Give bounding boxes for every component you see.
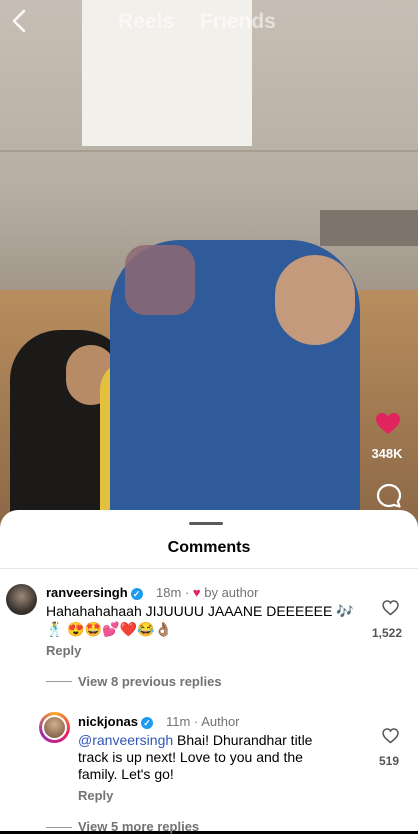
raised-hand [125,245,195,315]
like-count: 348K [371,446,403,461]
comment-meta: 11m · Author [166,714,240,729]
view-previous-replies[interactable]: View 8 previous replies [78,674,222,689]
heart-icon: ♥ [192,585,201,600]
like-outline-icon[interactable] [382,728,399,744]
meta-separator: · [193,714,199,729]
username-text[interactable]: nickjonas [78,714,138,729]
comment-username[interactable]: nickjonas ✓ [78,714,153,729]
replies-divider [46,681,72,682]
author-tag: Author [201,714,240,729]
comment-icon[interactable] [376,483,402,509]
ceiling-vent [320,210,418,246]
reply-button[interactable]: Reply [78,788,113,803]
heart-icon[interactable] [375,412,401,436]
chevron-left-icon[interactable] [8,6,34,36]
comment-like-count: 519 [379,754,400,768]
tab-friends[interactable]: Friends [200,10,276,34]
reply-button[interactable]: Reply [46,643,81,658]
comment-like-count: 1,522 [372,626,403,640]
comments-title: Comments [167,539,251,556]
sheet-grabber[interactable] [189,522,223,525]
comment-text-line3: family. Let's go! [78,766,174,782]
comment-time: 11m [166,714,191,729]
avatar[interactable] [39,712,70,743]
avatar[interactable] [6,584,37,615]
replies-divider [46,827,72,828]
comment-username[interactable]: ranveersingh ✓ [46,585,143,600]
comment-text: Hahahahahaah JIJUUUU JAAANE DEEEEEE 🎶 [46,603,354,619]
like-outline-icon[interactable] [382,600,399,616]
verified-icon: ✓ [130,587,143,600]
dancer-center-head [275,255,355,345]
meta-separator: · [184,585,190,600]
comment-text-line1: Bhai! Dhurandhar title [173,732,313,748]
top-bar: Reels Friends [0,0,418,44]
reel-video[interactable] [0,0,418,540]
comment-time: 18m [156,585,182,600]
tab-reels[interactable]: Reels [118,10,174,34]
username-text[interactable]: ranveersingh [46,585,128,600]
sheet-divider [0,568,418,569]
comment-emojis: 🕺 😍🤩💕❤️😂👌🏽 [46,621,172,637]
view-more-replies[interactable]: View 5 more replies [78,819,199,834]
comments-sheet: Comments ranveersingh ✓ 18m · ♥ by author… [0,510,418,834]
by-author-label: by author [204,585,259,600]
avatar-photo [44,717,65,738]
verified-icon: ✓ [140,716,153,729]
comment-meta: 18m · ♥ by author [156,585,258,600]
ceiling-divider [0,150,418,152]
mention-link[interactable]: @ranveersingh [78,732,173,748]
